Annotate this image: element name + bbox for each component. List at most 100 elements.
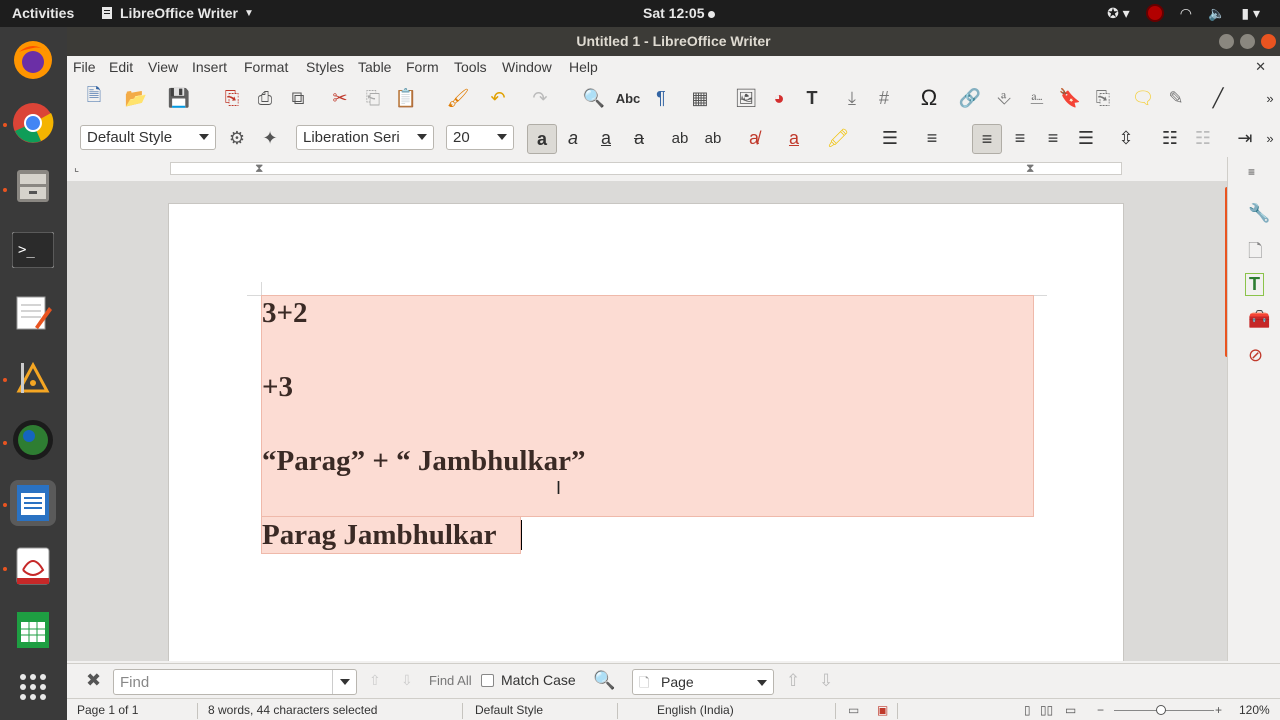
redo-icon[interactable]: ↷ [527, 85, 553, 111]
formatting-marks-icon[interactable]: ¶ [648, 85, 674, 111]
match-case-checkbox[interactable] [481, 674, 494, 687]
wifi-icon[interactable]: ◠ [1180, 5, 1192, 22]
menu-window[interactable]: Window [502, 59, 552, 75]
bold-icon[interactable]: a [527, 124, 557, 154]
wrench-icon[interactable]: 🔧 [1248, 203, 1270, 224]
font-color-icon[interactable]: a [781, 125, 807, 151]
multi-page-view-icon[interactable]: ▯▯ [1040, 703, 1053, 717]
app-menu[interactable]: LibreOffice Writer ▼ [100, 5, 254, 21]
cut-icon[interactable]: ✂ [327, 85, 353, 111]
page-icon[interactable]: 🗋 [1248, 239, 1262, 269]
sidebar-menu-icon[interactable]: ≡ [1248, 165, 1255, 179]
bookmark-icon[interactable]: 🔖 [1057, 85, 1083, 111]
selection-mode-icon[interactable]: ▭ [848, 703, 859, 717]
export-pdf-icon[interactable]: ⎘ [219, 85, 245, 111]
update-style-icon[interactable]: ⚙ [224, 125, 250, 151]
track-changes-icon[interactable]: ✎ [1163, 85, 1189, 111]
ruler-strip[interactable] [170, 162, 1122, 175]
line-spacing-icon[interactable]: ⇳ [1113, 125, 1139, 151]
show-applications-button[interactable] [10, 664, 56, 710]
decrease-paragraph-spacing-icon[interactable]: ☷ [1190, 125, 1216, 151]
comment-icon[interactable]: 🗨 [1130, 85, 1156, 111]
close-button[interactable] [1261, 34, 1276, 49]
single-page-view-icon[interactable]: ▯ [1024, 703, 1031, 717]
insert-table-icon[interactable]: ▦ [687, 85, 713, 111]
insert-chart-icon[interactable]: ◕ [766, 85, 792, 111]
insert-image-icon[interactable]: 🖼 [733, 85, 759, 111]
copy-icon[interactable]: ⎗ [360, 85, 386, 111]
accessibility-icon[interactable]: ✪ ▾ [1107, 5, 1130, 22]
insert-field-icon[interactable]: # [871, 85, 897, 111]
undo-icon[interactable]: ↶ [485, 85, 511, 111]
find-previous-scope-icon[interactable]: ⇧ [786, 671, 800, 691]
search-scope-select[interactable]: 🗋 Page [632, 669, 774, 695]
insert-text-box-icon[interactable]: T [799, 85, 825, 111]
clone-formatting-icon[interactable]: 🖌 [445, 85, 471, 111]
tab-stop-icon[interactable]: ⌞ [74, 161, 79, 174]
toolbar-overflow-icon[interactable]: » [1257, 125, 1280, 151]
find-input[interactable]: Find [113, 669, 357, 695]
navigator-icon[interactable]: ⊘ [1248, 345, 1263, 366]
document-line-4[interactable]: Parag Jambhulkar [262, 519, 496, 552]
justify-icon[interactable]: ☰ [1073, 125, 1099, 151]
page[interactable]: 3+2 +3 “Parag” + “ Jambhulkar” Parag Jam… [168, 203, 1124, 661]
menu-styles[interactable]: Styles [306, 59, 344, 75]
menu-tools[interactable]: Tools [454, 59, 487, 75]
paste-icon[interactable]: 📋 [393, 85, 419, 111]
right-indent-marker-icon[interactable]: ⧗ [1026, 161, 1034, 176]
document-line-2[interactable]: +3 [262, 371, 293, 404]
menu-help[interactable]: Help [569, 59, 598, 75]
menu-form[interactable]: Form [406, 59, 439, 75]
print-icon[interactable]: ⎙ [252, 85, 278, 111]
hyperlink-icon[interactable]: 🔗 [957, 85, 983, 111]
numbered-list-icon[interactable]: ≡ [919, 125, 945, 151]
find-next-scope-icon[interactable]: ⇩ [819, 671, 833, 691]
calc-launcher[interactable] [10, 607, 56, 653]
underline-icon[interactable]: a [593, 125, 619, 151]
zoom-level[interactable]: 120% [1239, 703, 1270, 717]
font-name-select[interactable]: Liberation Seri [296, 125, 434, 150]
subscript-icon[interactable]: ab [700, 125, 726, 151]
insert-line-icon[interactable]: ╱ [1205, 85, 1231, 111]
open-folder-icon[interactable]: 📂 [123, 85, 149, 111]
highlight-color-icon[interactable]: 🖍 [825, 125, 851, 151]
bullet-list-icon[interactable]: ☰ [877, 125, 903, 151]
strikethrough-icon[interactable]: a [626, 125, 652, 151]
inkscape-launcher[interactable] [10, 354, 56, 400]
globe-app-launcher[interactable] [10, 417, 56, 463]
record-indicator-icon[interactable] [1145, 4, 1164, 22]
close-find-bar-icon[interactable]: ✖ [86, 670, 101, 691]
activities-button[interactable]: Activities [12, 5, 74, 21]
document-line-3[interactable]: “Parag” + “ Jambhulkar” [262, 445, 585, 478]
find-previous-icon[interactable]: ⇧ [369, 672, 381, 689]
new-style-icon[interactable]: ✦ [257, 125, 283, 151]
menu-file[interactable]: File [73, 59, 96, 75]
font-size-select[interactable]: 20 [446, 125, 514, 150]
gallery-icon[interactable]: 🧰 [1248, 309, 1270, 330]
page-style[interactable]: Default Style [475, 703, 543, 717]
find-replace-icon[interactable]: 🔍 [581, 85, 607, 111]
increase-indent-icon[interactable]: ⇥ [1232, 125, 1258, 151]
find-next-icon[interactable]: ⇩ [401, 672, 413, 689]
align-center-icon[interactable]: ≡ [1007, 125, 1033, 151]
paragraph-style-select[interactable]: Default Style [80, 125, 216, 150]
find-replace-icon[interactable]: 🔍 [593, 670, 615, 691]
special-character-icon[interactable]: Ω [916, 85, 942, 111]
document-modified-icon[interactable]: ▣ [877, 703, 888, 717]
save-icon[interactable]: 💾 [166, 85, 192, 111]
spelling-icon[interactable]: Abc [615, 85, 641, 111]
footnote-icon[interactable]: ⎀ [991, 85, 1017, 111]
horizontal-ruler[interactable]: ⌞ ⧗ ⧗ [67, 157, 1227, 181]
italic-icon[interactable]: a [560, 125, 586, 151]
menu-insert[interactable]: Insert [192, 59, 227, 75]
zoom-out-icon[interactable]: − [1097, 703, 1104, 717]
menu-table[interactable]: Table [358, 59, 391, 75]
language[interactable]: English (India) [657, 703, 734, 717]
zoom-slider-handle[interactable] [1156, 705, 1166, 715]
left-indent-marker-icon[interactable]: ⧗ [255, 161, 263, 176]
superscript-icon[interactable]: ab [667, 125, 693, 151]
menu-view[interactable]: View [148, 59, 178, 75]
chrome-launcher[interactable] [10, 100, 56, 146]
maximize-button[interactable] [1240, 34, 1255, 49]
increase-paragraph-spacing-icon[interactable]: ☷ [1157, 125, 1183, 151]
